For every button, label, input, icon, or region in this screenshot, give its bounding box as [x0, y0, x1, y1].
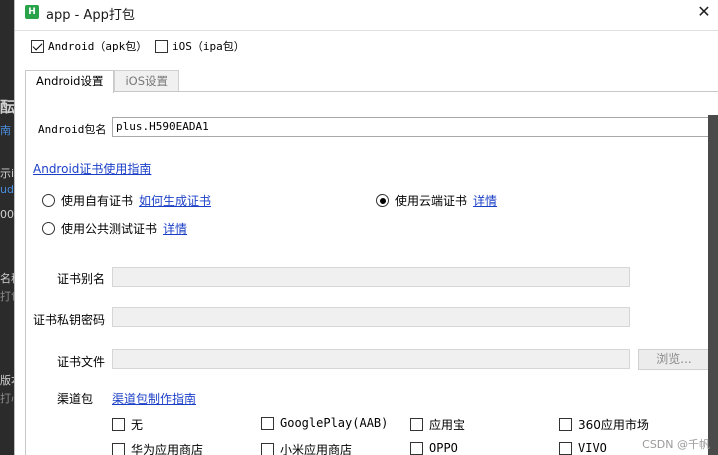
platform-android-checkbox[interactable]: [31, 39, 44, 53]
cert-alias-input[interactable]: [112, 267, 630, 287]
channel-option[interactable]: GooglePlay(AAB): [261, 416, 388, 430]
browse-button[interactable]: 浏览...: [638, 349, 710, 370]
channel-checkbox[interactable]: [261, 416, 274, 430]
channel-checkbox[interactable]: [112, 418, 125, 431]
channel-checkbox[interactable]: [559, 418, 572, 431]
channel-label-text: 360应用市场: [578, 418, 649, 432]
hbuilder-logo-icon: H: [25, 5, 39, 19]
cert-own-label: 使用自有证书: [61, 194, 134, 208]
settings-tabs: Android设置 iOS设置: [25, 70, 180, 93]
background-text-fragment: 版本: [0, 374, 14, 387]
platform-ios-label: iOS（ipa包）: [172, 40, 245, 53]
title-bar: H app - App打包 ✕: [15, 0, 718, 26]
app-pack-dialog: H app - App打包 ✕ Android（apk包） iOS（ipa包） …: [14, 0, 718, 455]
cert-password-label: 证书私钥密码: [33, 313, 106, 327]
platform-android-option[interactable]: Android（apk包）: [31, 38, 147, 54]
tab-android-settings[interactable]: Android设置: [25, 70, 115, 93]
cert-password-input[interactable]: [112, 307, 630, 327]
platform-android-label: Android（apk包）: [48, 40, 148, 53]
channel-label-text: GooglePlay(AAB): [280, 416, 389, 430]
close-button[interactable]: ✕: [695, 3, 713, 21]
platform-ios-checkbox[interactable]: [155, 39, 168, 53]
background-text-fragment: 打包: [0, 290, 14, 303]
channel-option[interactable]: OPPO: [410, 441, 458, 455]
title-divider: [15, 30, 718, 31]
tab-ios-settings[interactable]: iOS设置: [114, 70, 180, 92]
channel-label: 渠道包: [57, 392, 94, 406]
channel-checkbox[interactable]: [559, 441, 572, 455]
cert-file-label: 证书文件: [57, 355, 106, 369]
cert-public-test-radio[interactable]: [42, 222, 55, 235]
cert-option-own[interactable]: 使用自有证书 如何生成证书: [42, 192, 211, 209]
background-text-fragment: 00E: [0, 208, 14, 221]
package-name-input[interactable]: plus.H590EADA1: [112, 117, 712, 137]
watermark: CSDN @千帆: [642, 438, 710, 451]
channel-label-text: 应用宝: [429, 418, 466, 432]
background-text-fragment: 示i: [0, 167, 14, 180]
vertical-scrollbar[interactable]: [708, 115, 718, 455]
cert-own-radio[interactable]: [42, 194, 55, 207]
background-text-fragment: 打心: [0, 392, 14, 405]
channel-option[interactable]: 华为应用商店: [112, 441, 203, 455]
channel-option[interactable]: 无: [112, 416, 143, 433]
channel-option[interactable]: 360应用市场: [559, 416, 649, 433]
how-to-generate-cert-link[interactable]: 如何生成证书: [139, 192, 211, 209]
channel-option[interactable]: 小米应用商店: [261, 441, 352, 455]
cert-cloud-details-link[interactable]: 详情: [473, 192, 497, 209]
background-text-fragment: ud: [0, 183, 14, 196]
cert-cloud-label: 使用云端证书: [395, 194, 468, 208]
cert-option-cloud[interactable]: 使用云端证书 详情: [376, 192, 497, 209]
channel-label-text: 小米应用商店: [280, 443, 353, 455]
background-text-fragment: 南: [0, 124, 11, 137]
window-title: app - App打包: [46, 8, 135, 23]
channel-label-text: 无: [131, 418, 144, 432]
cert-public-test-label: 使用公共测试证书: [61, 222, 158, 236]
channel-checkbox[interactable]: [410, 441, 423, 455]
channel-option[interactable]: 应用宝: [410, 416, 465, 433]
channel-checkbox[interactable]: [112, 443, 125, 455]
channel-label-text: VIVO: [578, 441, 607, 455]
channel-checkbox[interactable]: [410, 418, 423, 431]
cert-public-test-details-link[interactable]: 详情: [163, 220, 187, 237]
background-text-fragment: 酝: [0, 98, 14, 116]
channel-guide-link[interactable]: 渠道包制作指南: [112, 390, 196, 407]
cert-option-public-test[interactable]: 使用公共测试证书 详情: [42, 220, 187, 237]
background-text-fragment: 名称: [0, 272, 14, 285]
channel-label-text: 华为应用商店: [131, 443, 204, 455]
background-editor-strip: 酝 南 示i ud 00E 名称 打包 版本 打心: [0, 0, 14, 455]
cert-file-input[interactable]: [112, 349, 630, 369]
channel-option[interactable]: VIVO: [559, 441, 607, 455]
cert-alias-label: 证书别名: [57, 272, 106, 286]
platform-ios-option[interactable]: iOS（ipa包）: [155, 38, 245, 54]
android-cert-guide-link[interactable]: Android证书使用指南: [33, 160, 151, 177]
package-name-label: Android包名: [38, 123, 107, 136]
channel-label-text: OPPO: [429, 441, 458, 455]
channel-checkbox[interactable]: [261, 443, 274, 455]
cert-cloud-radio[interactable]: [376, 194, 389, 207]
